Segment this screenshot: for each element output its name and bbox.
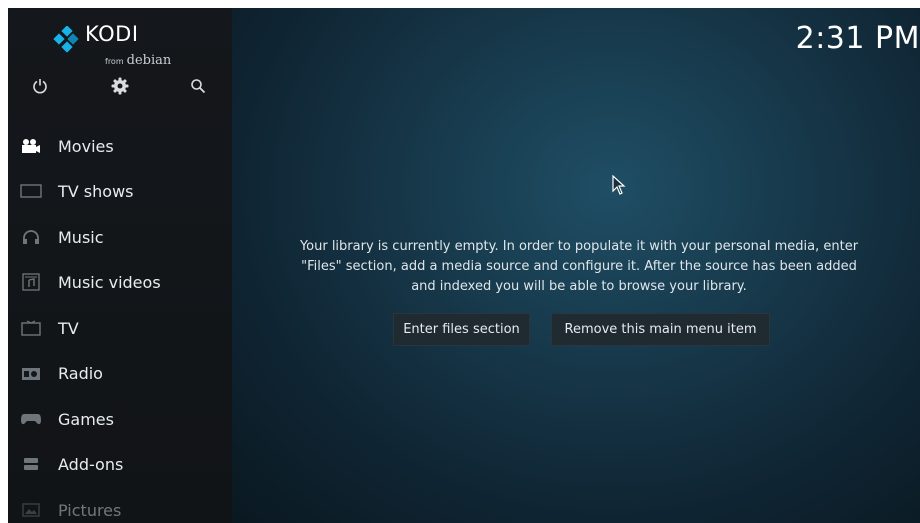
music-videos-icon bbox=[20, 272, 42, 292]
sidebar-item-addons[interactable]: Add-ons bbox=[8, 444, 232, 484]
sidebar-item-tv-shows[interactable]: TV shows bbox=[8, 171, 232, 211]
movies-icon bbox=[20, 136, 42, 156]
enter-files-section-button[interactable]: Enter files section bbox=[393, 313, 530, 346]
app-title: KODI bbox=[85, 22, 139, 46]
sidebar: KODI from debian Movies TV shows Music M… bbox=[8, 8, 233, 523]
message-line: "Files" section, add a media source and … bbox=[301, 259, 857, 274]
radio-icon bbox=[20, 363, 42, 383]
sidebar-item-label: TV shows bbox=[58, 181, 134, 201]
kodi-logo: KODI from debian bbox=[53, 22, 183, 68]
sidebar-item-label: Radio bbox=[58, 363, 103, 383]
sidebar-item-label: Add-ons bbox=[58, 454, 124, 474]
sidebar-item-music[interactable]: Music bbox=[8, 217, 232, 257]
power-icon[interactable] bbox=[28, 74, 52, 98]
sidebar-item-tv[interactable]: TV bbox=[8, 308, 232, 348]
kodi-screen: KODI from debian Movies TV shows Music M… bbox=[8, 8, 920, 523]
search-icon[interactable] bbox=[186, 74, 210, 98]
message-line: Your library is currently empty. In orde… bbox=[299, 239, 859, 254]
top-icon-row bbox=[8, 74, 232, 102]
sidebar-item-label: Music videos bbox=[58, 272, 161, 292]
remove-main-menu-item-button[interactable]: Remove this main menu item bbox=[551, 313, 770, 346]
clock: 2:31 PM bbox=[795, 21, 920, 56]
sidebar-item-label: TV bbox=[58, 318, 79, 338]
sidebar-item-radio[interactable]: Radio bbox=[8, 353, 232, 393]
from-label: from bbox=[105, 57, 124, 66]
sidebar-item-label: Music bbox=[58, 227, 104, 247]
app-subtitle: from debian bbox=[105, 49, 171, 68]
sidebar-item-label: Movies bbox=[58, 136, 114, 156]
sidebar-item-music-videos[interactable]: Music videos bbox=[8, 262, 232, 302]
tv-shows-icon bbox=[20, 181, 42, 201]
sidebar-item-games[interactable]: Games bbox=[8, 399, 232, 439]
addons-icon bbox=[20, 454, 42, 474]
empty-library-message: Your library is currently empty. In orde… bbox=[254, 237, 904, 297]
sidebar-item-pictures[interactable]: Pictures bbox=[8, 490, 232, 523]
sidebar-item-movies[interactable]: Movies bbox=[8, 126, 232, 166]
pictures-icon bbox=[20, 500, 42, 520]
message-line: and indexed you will be able to browse y… bbox=[411, 279, 747, 294]
settings-icon[interactable] bbox=[108, 74, 132, 98]
sidebar-item-label: Games bbox=[58, 409, 114, 429]
sidebar-item-label: Pictures bbox=[58, 500, 122, 520]
tv-icon bbox=[20, 318, 42, 338]
distro-label: debian bbox=[126, 53, 172, 68]
kodi-logo-icon bbox=[53, 26, 79, 53]
gamepad-icon bbox=[20, 409, 42, 429]
mouse-cursor-icon bbox=[612, 175, 626, 195]
headphones-icon bbox=[20, 227, 42, 247]
